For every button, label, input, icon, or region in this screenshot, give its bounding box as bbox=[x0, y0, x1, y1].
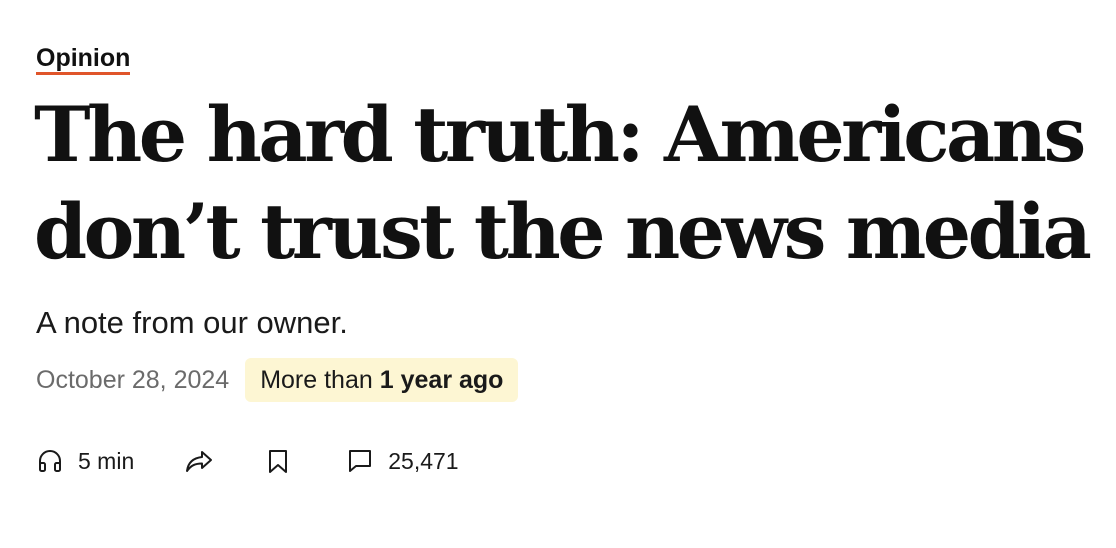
listen-duration: 5 min bbox=[78, 447, 135, 474]
age-badge-prefix: More than bbox=[260, 365, 373, 394]
headphones-icon bbox=[36, 447, 64, 475]
article-header: Opinion The hard truth: Americans don’t … bbox=[0, 0, 1116, 548]
share-arrow-icon bbox=[184, 447, 214, 475]
share-button[interactable] bbox=[184, 447, 214, 475]
age-badge-emphasis: 1 year ago bbox=[379, 365, 504, 394]
article-meta: October 28, 2024 More than 1 year ago bbox=[36, 358, 519, 402]
comment-bubble-icon bbox=[346, 447, 374, 475]
article-subheadline: A note from our owner. bbox=[36, 305, 348, 340]
publish-date: October 28, 2024 bbox=[36, 365, 230, 394]
bookmark-icon bbox=[266, 447, 290, 475]
article-age-badge: More than 1 year ago bbox=[245, 358, 519, 402]
bookmark-button[interactable] bbox=[266, 447, 290, 475]
section-label-opinion[interactable]: Opinion bbox=[36, 44, 131, 75]
comment-count: 25,471 bbox=[388, 447, 459, 474]
article-actions: 5 min 25,471 bbox=[36, 442, 459, 480]
listen-button[interactable]: 5 min bbox=[36, 447, 134, 475]
article-headline: The hard truth: Americans don’t trust th… bbox=[34, 90, 1092, 276]
comments-button[interactable]: 25,471 bbox=[346, 447, 459, 475]
